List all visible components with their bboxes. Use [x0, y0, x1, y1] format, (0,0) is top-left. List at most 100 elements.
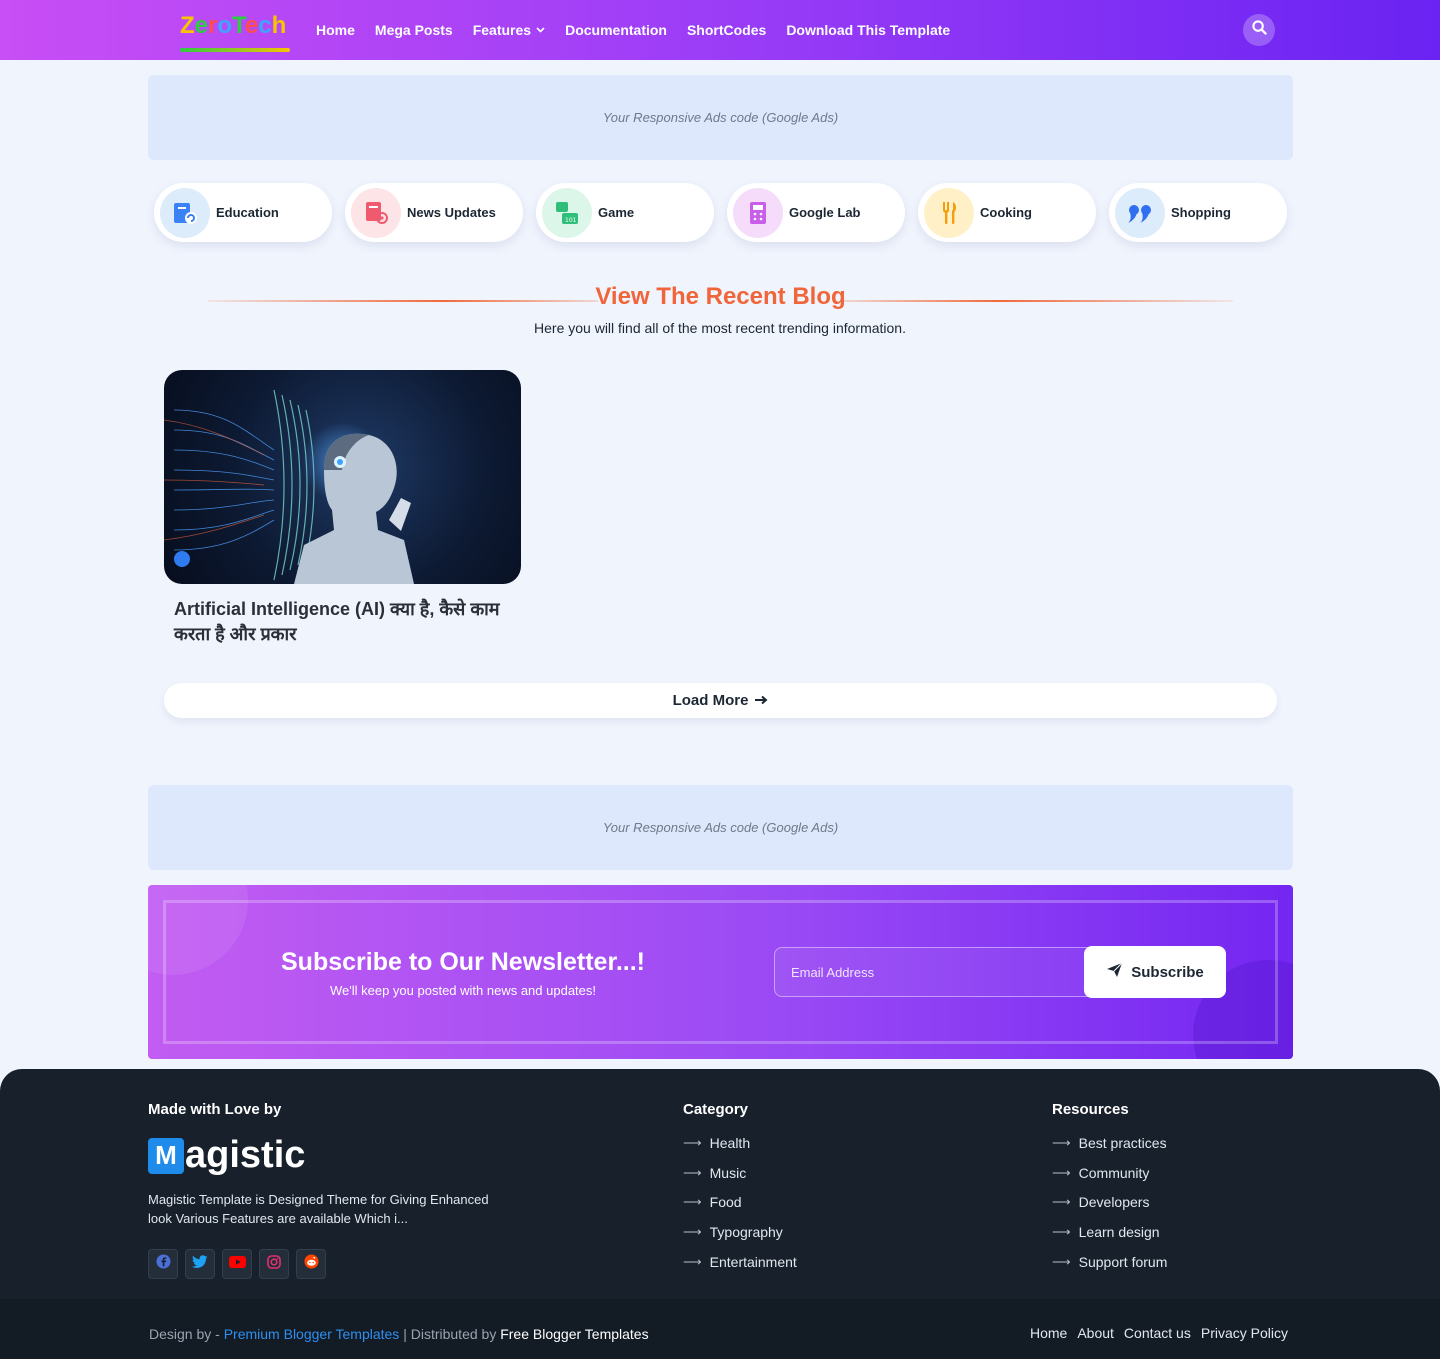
paper-plane-icon [1106, 962, 1123, 982]
ad-slot-bottom: Your Responsive Ads code (Google Ads) [148, 785, 1293, 870]
nav-download-label: Download This Template [786, 22, 951, 38]
category-label: Shopping [1171, 205, 1231, 220]
footer-resources-heading: Resources [1052, 1101, 1129, 1118]
email-field[interactable] [775, 948, 1085, 996]
youtube-icon [228, 1255, 246, 1273]
nav-mega-posts-label: Mega Posts [374, 22, 453, 38]
footer-link-support-forum[interactable]: ⟶ Support forum [1052, 1247, 1167, 1277]
site-footer: Made with Love by M agistic Magistic Tem… [0, 1069, 1440, 1359]
game-icon: 101 [542, 187, 592, 238]
lab-icon [733, 187, 783, 238]
category-label: Education [216, 205, 279, 220]
footer-nav-home[interactable]: Home [1030, 1325, 1067, 1341]
footer-link-health[interactable]: ⟶ Health [683, 1128, 797, 1158]
credit-prefix: Design by - [149, 1326, 224, 1342]
footer-link-learn-design[interactable]: ⟶ Learn design [1052, 1217, 1167, 1247]
nav-home-label: Home [316, 22, 355, 38]
main-nav: Home Mega Posts Features Documentation S… [316, 0, 950, 60]
section-subtitle: Here you will find all of the most recen… [534, 320, 906, 336]
arrow-right-icon: ⟶ [1052, 1164, 1071, 1180]
recent-blog-heading: View The Recent Blog [208, 283, 1233, 317]
footer-description: Magistic Template is Designed Theme for … [148, 1192, 489, 1226]
news-icon [351, 187, 401, 238]
svg-text:101: 101 [565, 217, 577, 224]
footer-link-label: Developers [1078, 1194, 1150, 1211]
ad-text: Your Responsive Ads code (Google Ads) [602, 110, 839, 125]
footer-link-label: Food [709, 1194, 742, 1211]
category-google-lab[interactable]: Google Lab [727, 183, 905, 242]
twitter-icon [192, 1254, 208, 1274]
instagram-link[interactable] [259, 1249, 289, 1279]
footer-brand-logo[interactable]: M agistic [148, 1134, 305, 1177]
category-label: News Updates [407, 205, 496, 220]
post-title-link[interactable]: Artificial Intelligence (AI) क्या है, कै… [174, 597, 514, 647]
footer-nav-about[interactable]: About [1077, 1325, 1114, 1341]
ai-robot-illustration [164, 389, 414, 584]
post-thumbnail[interactable] [164, 370, 521, 584]
footer-link-label: Community [1078, 1164, 1150, 1181]
category-shopping[interactable]: Shopping [1109, 183, 1287, 242]
education-icon [160, 187, 210, 238]
category-news-updates[interactable]: News Updates [345, 183, 523, 242]
footer-bottom-nav: Home About Contact us Privacy Policy [1030, 1325, 1288, 1341]
arrow-right-icon: ⟶ [1052, 1224, 1071, 1240]
category-cooking[interactable]: Cooking [918, 183, 1096, 242]
nav-documentation[interactable]: Documentation [565, 22, 667, 38]
footer-link-music[interactable]: ⟶ Music [683, 1158, 797, 1188]
search-icon [1251, 20, 1267, 40]
brand-logo-mark: M [148, 1137, 184, 1174]
credit-link-premium[interactable]: Premium Blogger Templates [224, 1326, 400, 1342]
footer-link-typography[interactable]: ⟶ Typography [683, 1217, 797, 1247]
ad-slot-top: Your Responsive Ads code (Google Ads) [148, 75, 1293, 160]
footer-link-label: Learn design [1078, 1224, 1160, 1241]
footer-link-developers[interactable]: ⟶ Developers [1052, 1188, 1167, 1218]
nav-shortcodes-label: ShortCodes [686, 22, 767, 38]
footer-link-community[interactable]: ⟶ Community [1052, 1158, 1167, 1188]
search-button[interactable] [1243, 14, 1275, 46]
footer-link-best-practices[interactable]: ⟶ Best practices [1052, 1128, 1167, 1158]
category-label: Google Lab [789, 205, 861, 220]
category-education[interactable]: Education [154, 183, 332, 242]
facebook-icon [155, 1254, 171, 1274]
site-logo[interactable]: ZeroTech [180, 10, 290, 52]
subscribe-button[interactable]: Subscribe [1084, 946, 1226, 998]
nav-download-template[interactable]: Download This Template [786, 22, 950, 38]
footer-category-heading: Category [683, 1101, 749, 1118]
site-header: ZeroTech Home Mega Posts Features Docume… [0, 0, 1440, 60]
nav-home[interactable]: Home [316, 22, 355, 38]
brand-logo-text: agistic [185, 1134, 306, 1176]
footer-link-label: Health [709, 1134, 751, 1151]
category-label: Cooking [980, 205, 1032, 220]
footer-link-entertainment[interactable]: ⟶ Entertainment [683, 1247, 797, 1277]
nav-mega-posts[interactable]: Mega Posts [375, 22, 453, 38]
reddit-icon [303, 1254, 319, 1274]
footer-link-label: Entertainment [709, 1253, 797, 1270]
arrow-right-icon: ⟶ [683, 1194, 702, 1210]
footer-nav-privacy[interactable]: Privacy Policy [1201, 1325, 1288, 1341]
footer-link-label: Music [709, 1164, 747, 1181]
footer-link-label: Support forum [1078, 1253, 1168, 1270]
nav-features[interactable]: Features [473, 22, 545, 38]
youtube-link[interactable] [222, 1249, 252, 1279]
facebook-link[interactable] [148, 1249, 178, 1279]
arrow-right-icon: ⟶ [1052, 1194, 1071, 1210]
credit-link-free[interactable]: Free Blogger Templates [500, 1326, 648, 1342]
footer-nav-contact[interactable]: Contact us [1124, 1325, 1191, 1341]
logo-underline [180, 48, 290, 52]
newsletter-subtitle: We'll keep you posted with news and upda… [329, 983, 597, 998]
shopping-icon [1115, 187, 1165, 238]
reddit-link[interactable] [296, 1249, 326, 1279]
footer-link-food[interactable]: ⟶ Food [683, 1188, 797, 1218]
footer-about-heading: Made with Love by [148, 1101, 282, 1118]
arrow-right-icon: ⟶ [683, 1224, 702, 1240]
twitter-link[interactable] [185, 1249, 215, 1279]
category-game[interactable]: 101 Game [536, 183, 714, 242]
chevron-down-icon [536, 25, 545, 36]
nav-shortcodes[interactable]: ShortCodes [687, 22, 766, 38]
cooking-icon [924, 187, 974, 238]
nav-documentation-label: Documentation [565, 22, 667, 38]
newsletter-title: Subscribe to Our Newsletter...! [281, 948, 645, 976]
instagram-icon [267, 1254, 281, 1274]
load-more-button[interactable]: Load More [164, 683, 1277, 718]
newsletter-section: Subscribe to Our Newsletter...! We'll ke… [148, 885, 1293, 1059]
